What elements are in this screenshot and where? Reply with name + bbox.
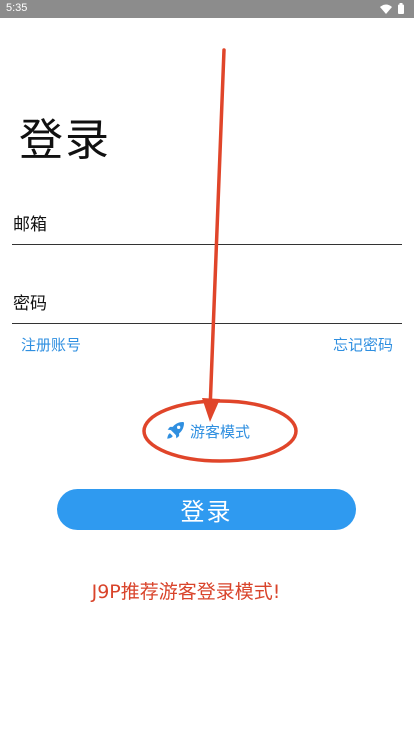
- status-icons: [380, 3, 404, 14]
- password-field-wrapper: [12, 284, 402, 324]
- annotation-text: J9P推荐游客登录模式!: [91, 581, 281, 603]
- battery-icon: [398, 3, 404, 14]
- status-bar: 5:35: [0, 0, 414, 18]
- login-button[interactable]: 登录: [57, 489, 356, 530]
- annotation-arrow-head: [202, 398, 220, 422]
- register-link[interactable]: 注册账号: [21, 334, 81, 355]
- password-field[interactable]: [12, 284, 402, 323]
- rocket-icon: [164, 420, 186, 442]
- status-time: 5:35: [6, 2, 28, 14]
- page-title: 登录: [19, 115, 111, 166]
- wifi-icon: [380, 4, 392, 14]
- email-field-wrapper: [12, 205, 402, 245]
- forgot-password-link[interactable]: 忘记密码: [333, 334, 393, 355]
- guest-mode-label: 游客模式: [190, 422, 251, 441]
- guest-mode-button[interactable]: 游客模式: [164, 420, 250, 442]
- annotation-text-wrapper: J9P推荐游客登录模式!: [0, 577, 414, 604]
- email-field[interactable]: [12, 205, 402, 244]
